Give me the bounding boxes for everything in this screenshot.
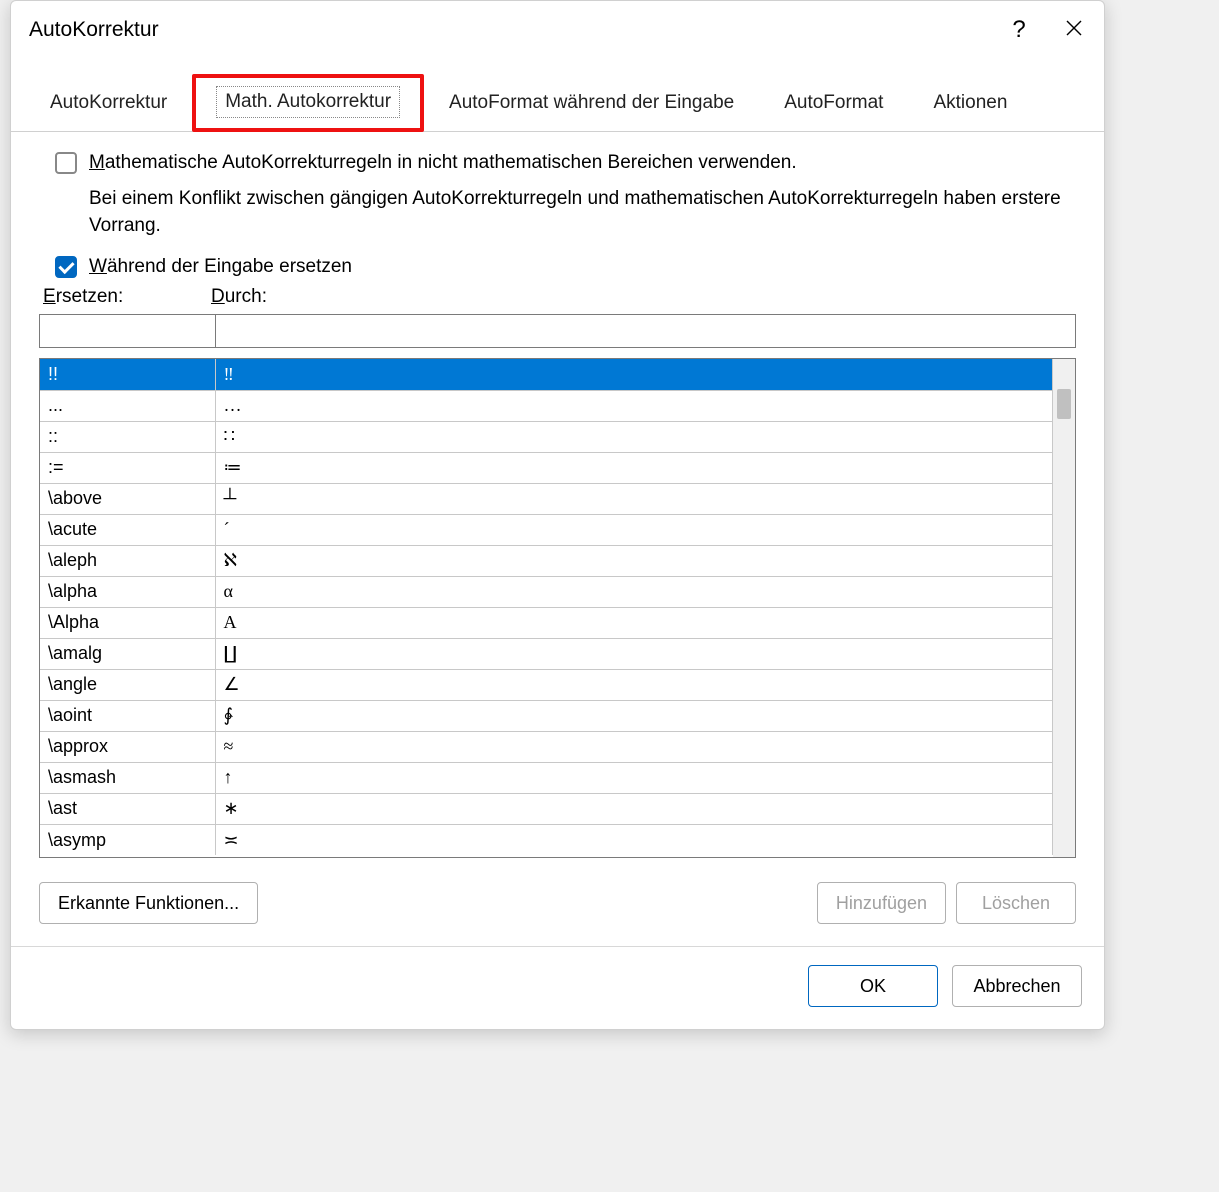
tab-content: Mathematische AutoKorrekturregeln in nic… xyxy=(11,132,1104,946)
table-row[interactable]: \alphaα xyxy=(40,576,1053,607)
tab-autokorrektur[interactable]: AutoKorrektur xyxy=(25,79,192,128)
cell-replace: \aleph xyxy=(40,545,215,576)
cell-with: ∐ xyxy=(215,638,1053,669)
table-row[interactable]: \AlphaΑ xyxy=(40,607,1053,638)
help-button[interactable]: ? xyxy=(994,1,1044,59)
titlebar: AutoKorrektur ? xyxy=(11,1,1104,59)
checkbox-replace-while-typing[interactable] xyxy=(55,256,77,278)
table-row[interactable]: \approx≈ xyxy=(40,731,1053,762)
cell-with: ↑ xyxy=(215,762,1053,793)
replace-input[interactable] xyxy=(39,314,215,348)
tab-bar: AutoKorrektur Math. Autokorrektur AutoFo… xyxy=(11,59,1104,132)
cell-replace: \angle xyxy=(40,669,215,700)
table-row[interactable]: ...… xyxy=(40,390,1053,421)
with-label: Durch: xyxy=(207,286,267,308)
cell-replace: := xyxy=(40,452,215,483)
cell-with: ℵ xyxy=(215,545,1053,576)
table-row[interactable]: \asmash↑ xyxy=(40,762,1053,793)
with-input[interactable] xyxy=(215,314,1076,348)
recognized-functions-button[interactable]: Erkannte Funktionen... xyxy=(39,882,258,924)
cell-with: ∳ xyxy=(215,700,1053,731)
tab-autoformat[interactable]: AutoFormat xyxy=(759,79,908,128)
table-row[interactable]: \alephℵ xyxy=(40,545,1053,576)
table-row[interactable]: ::∷ xyxy=(40,421,1053,452)
ok-button[interactable]: OK xyxy=(808,965,938,1007)
cell-replace: \asmash xyxy=(40,762,215,793)
replace-label: Ersetzen: xyxy=(39,286,207,308)
table-row[interactable]: \above┴ xyxy=(40,483,1053,514)
cell-with: α xyxy=(215,576,1053,607)
tab-aktionen[interactable]: Aktionen xyxy=(908,79,1032,128)
table-scrollbar[interactable] xyxy=(1053,359,1075,857)
scrollbar-thumb[interactable] xyxy=(1057,389,1071,419)
tab-math-autokorrektur[interactable]: Math. Autokorrektur xyxy=(192,74,424,132)
delete-button[interactable]: Löschen xyxy=(956,882,1076,924)
cell-replace: !! xyxy=(40,359,215,390)
table-row[interactable]: \amalg∐ xyxy=(40,638,1053,669)
cell-replace: \alpha xyxy=(40,576,215,607)
table-row[interactable]: \asymp≍ xyxy=(40,824,1053,855)
cell-with: ‼ xyxy=(215,359,1053,390)
checkbox-use-in-non-math[interactable] xyxy=(55,152,77,174)
replacements-table: !!‼...…::∷:=≔\above┴\acute´\alephℵ\alpha… xyxy=(39,358,1076,858)
table-row[interactable]: \angle∠ xyxy=(40,669,1053,700)
cell-replace: \approx xyxy=(40,731,215,762)
cell-replace: \amalg xyxy=(40,638,215,669)
table-row[interactable]: :=≔ xyxy=(40,452,1053,483)
cell-with: Α xyxy=(215,607,1053,638)
table-row[interactable]: \acute´ xyxy=(40,514,1053,545)
add-button[interactable]: Hinzufügen xyxy=(817,882,946,924)
cell-with: ≈ xyxy=(215,731,1053,762)
cell-replace: \above xyxy=(40,483,215,514)
tab-autoformat-typing[interactable]: AutoFormat während der Eingabe xyxy=(424,79,759,128)
cell-replace: \ast xyxy=(40,793,215,824)
table-row[interactable]: \ast∗ xyxy=(40,793,1053,824)
cancel-button[interactable]: Abbrechen xyxy=(952,965,1082,1007)
cell-replace: \acute xyxy=(40,514,215,545)
table-row[interactable]: \aoint∳ xyxy=(40,700,1053,731)
cell-replace: \Alpha xyxy=(40,607,215,638)
help-icon: ? xyxy=(1012,16,1025,44)
cell-replace: ... xyxy=(40,390,215,421)
autocorrect-dialog: AutoKorrektur ? AutoKorrektur Math. Auto… xyxy=(10,0,1105,1030)
cell-replace: \aoint xyxy=(40,700,215,731)
cell-with: ≍ xyxy=(215,824,1053,855)
checkbox-replace-while-typing-label: Während der Eingabe ersetzen xyxy=(89,254,352,281)
close-button[interactable] xyxy=(1044,1,1104,59)
window-title: AutoKorrektur xyxy=(29,18,994,42)
cell-with: ∷ xyxy=(215,421,1053,452)
table-row[interactable]: !!‼ xyxy=(40,359,1053,390)
cell-replace: \asymp xyxy=(40,824,215,855)
cell-with: ∗ xyxy=(215,793,1053,824)
cell-with: ´ xyxy=(215,514,1053,545)
cell-with: … xyxy=(215,390,1053,421)
cell-with: ┴ xyxy=(215,483,1053,514)
cell-replace: :: xyxy=(40,421,215,452)
cell-with: ≔ xyxy=(215,452,1053,483)
cell-with: ∠ xyxy=(215,669,1053,700)
dialog-footer: OK Abbrechen xyxy=(11,946,1104,1029)
checkbox-use-in-non-math-label: Mathematische AutoKorrekturregeln in nic… xyxy=(89,150,797,177)
conflict-note: Bei einem Konflikt zwischen gängigen Aut… xyxy=(89,185,1076,240)
close-icon xyxy=(1066,19,1082,42)
